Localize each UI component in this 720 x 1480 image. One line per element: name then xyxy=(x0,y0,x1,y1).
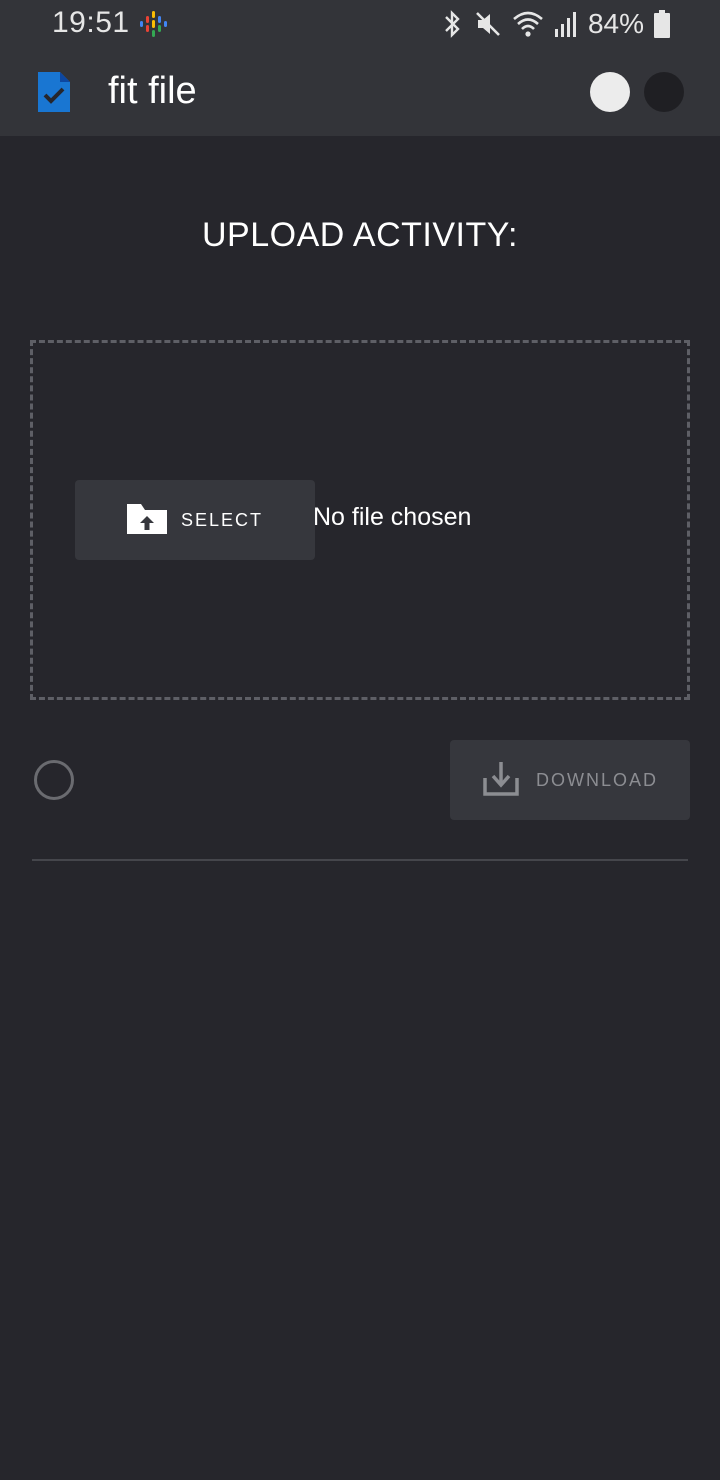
file-dropzone[interactable]: SELECT No file chosen xyxy=(30,340,690,700)
theme-dark-option[interactable] xyxy=(644,72,684,112)
status-bar: 19:51 84% xyxy=(0,0,720,48)
status-time: 19:51 xyxy=(52,6,130,39)
divider xyxy=(32,859,688,861)
signal-icon xyxy=(554,9,578,39)
podcast-icon xyxy=(139,10,167,38)
folder-upload-icon xyxy=(126,502,167,539)
download-button[interactable]: DOWNLOAD xyxy=(450,740,690,820)
app-bar: fit file xyxy=(0,48,720,136)
app-title: fit file xyxy=(108,70,197,112)
mute-icon xyxy=(474,9,502,39)
download-button-label: DOWNLOAD xyxy=(535,769,658,790)
theme-light-option[interactable] xyxy=(590,72,630,112)
bluetooth-icon xyxy=(440,9,464,39)
battery-icon xyxy=(654,10,670,38)
wifi-icon xyxy=(512,9,544,39)
status-icons: 84% xyxy=(440,6,670,42)
page-title: UPLOAD ACTIVITY: xyxy=(202,216,518,254)
battery-level: 84% xyxy=(587,8,644,39)
progress-indicator xyxy=(34,760,74,800)
select-file-button[interactable]: SELECT xyxy=(75,480,315,560)
file-status-text: No file chosen xyxy=(313,503,472,531)
select-button-label: SELECT xyxy=(180,509,264,530)
theme-toggle[interactable] xyxy=(590,72,684,112)
file-check-icon xyxy=(36,70,72,114)
download-icon xyxy=(482,760,520,801)
